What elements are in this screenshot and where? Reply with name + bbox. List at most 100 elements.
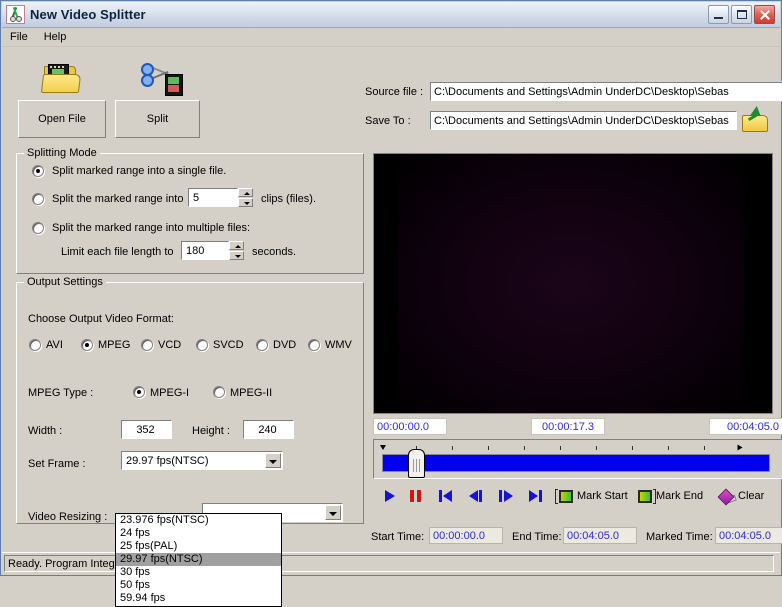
clips-count-input[interactable]: 5: [187, 187, 239, 208]
radio-format-svcd[interactable]: [196, 339, 208, 351]
step-backward-button[interactable]: [463, 485, 489, 507]
chevron-down-icon-2[interactable]: [325, 505, 341, 520]
label-format-wmv: WMV: [325, 339, 352, 351]
limit-seconds-input[interactable]: 180: [180, 240, 230, 261]
timeline-thumb[interactable]: [408, 449, 425, 478]
application-window: New Video Splitter File Help Open File S…: [0, 0, 782, 607]
dropdown-option[interactable]: 24 fps: [116, 527, 281, 540]
radio-format-vcd[interactable]: [141, 339, 153, 351]
timeline-track-fill[interactable]: [382, 454, 770, 472]
radio-format-avi[interactable]: [29, 339, 41, 351]
go-to-end-button[interactable]: [523, 485, 549, 507]
close-button[interactable]: [754, 5, 775, 24]
video-preview[interactable]: [373, 153, 773, 414]
dropdown-option[interactable]: 59.94 fps: [116, 592, 281, 605]
pause-button[interactable]: [403, 485, 429, 507]
limit-seconds-stepper[interactable]: [229, 241, 244, 260]
label-format-svcd: SVCD: [213, 339, 244, 351]
set-frame-dropdown-list[interactable]: 23.976 fps(NTSC) 24 fps 25 fps(PAL) 29.9…: [115, 513, 282, 607]
label-split-single: Split marked range into a single file.: [52, 165, 227, 177]
label-split-clips-suffix: clips (files).: [261, 193, 317, 205]
clear-eraser-icon: [717, 488, 737, 505]
split-button[interactable]: Split: [115, 100, 200, 138]
radio-mpeg-ii[interactable]: [213, 386, 225, 398]
splitting-mode-title: Splitting Mode: [24, 147, 100, 159]
play-icon: [385, 490, 395, 502]
mark-end-icon: [638, 488, 656, 504]
video-resizing-label: Video Resizing :: [28, 511, 108, 523]
set-frame-combo[interactable]: 29.97 fps(NTSC): [120, 450, 284, 471]
label-format-vcd: VCD: [158, 339, 182, 351]
timeline-current-time: 00:00:17.3: [531, 418, 605, 435]
radio-split-single[interactable]: [32, 165, 44, 177]
label-split-multiple: Split the marked range into multiple fil…: [52, 222, 251, 234]
menu-item-file[interactable]: File: [2, 29, 36, 45]
play-button[interactable]: [377, 485, 403, 507]
label-mpeg-ii: MPEG-II: [230, 387, 273, 399]
clear-label: Clear: [738, 490, 765, 502]
label-mpeg-i: MPEG-I: [150, 387, 190, 399]
title-bar: New Video Splitter: [2, 2, 780, 28]
save-to-label: Save To :: [365, 115, 411, 127]
radio-mpeg-i[interactable]: [133, 386, 145, 398]
split-scissors-icon: [137, 59, 183, 97]
step-forward-icon: [499, 490, 502, 502]
clips-count-stepper[interactable]: [238, 188, 253, 207]
clips-stepper-down[interactable]: [238, 198, 253, 207]
clips-stepper-up[interactable]: [238, 188, 253, 197]
mark-start-button[interactable]: Mark Start: [555, 486, 628, 506]
minimize-button[interactable]: [708, 5, 729, 24]
dropdown-option[interactable]: 30 fps: [116, 566, 281, 579]
step-back-icon: [469, 490, 478, 502]
mpeg-type-label: MPEG Type :: [28, 387, 94, 399]
radio-format-wmv[interactable]: [308, 339, 320, 351]
menu-bar: File Help: [2, 28, 780, 47]
width-input[interactable]: 352: [120, 419, 173, 440]
dropdown-option[interactable]: 50 fps: [116, 579, 281, 592]
window-controls: [708, 5, 775, 24]
skip-end-icon: [529, 490, 538, 502]
radio-format-dvd[interactable]: [256, 339, 268, 351]
label-format-avi: AVI: [46, 339, 63, 351]
timeline-slider[interactable]: [373, 439, 782, 479]
radio-format-mpeg[interactable]: [81, 339, 93, 351]
app-icon: [6, 5, 25, 24]
radio-split-multiple[interactable]: [32, 222, 44, 234]
window-title: New Video Splitter: [30, 7, 146, 22]
mark-start-label: Mark Start: [577, 490, 628, 502]
label-split-clips-prefix: Split the marked range into: [52, 193, 184, 205]
clear-button[interactable]: Clear: [717, 486, 765, 506]
output-format-label: Choose Output Video Format:: [28, 313, 174, 325]
output-settings-title: Output Settings: [24, 276, 106, 288]
width-label: Width :: [28, 425, 63, 437]
mark-end-button[interactable]: Mark End: [638, 486, 703, 506]
transport-controls: Mark Start Mark End Clear: [373, 485, 782, 511]
menu-item-help[interactable]: Help: [36, 29, 75, 45]
label-format-mpeg: MPEG: [98, 339, 131, 351]
limit-stepper-down[interactable]: [229, 251, 244, 260]
chevron-down-icon[interactable]: [265, 453, 281, 468]
set-frame-label: Set Frame :: [28, 458, 86, 470]
height-label: Height :: [192, 425, 230, 437]
step-forward-button[interactable]: [493, 485, 519, 507]
video-frame: [398, 154, 744, 413]
mark-end-label: Mark End: [656, 490, 704, 502]
client-area: Open File Split Source file : C:\Documen…: [2, 47, 782, 607]
browse-folder-icon[interactable]: [742, 106, 770, 133]
maximize-button[interactable]: [731, 5, 752, 24]
limit-stepper-up[interactable]: [229, 241, 244, 250]
go-to-start-button[interactable]: [433, 485, 459, 507]
end-time-value: 00:04:05.0: [563, 527, 637, 544]
source-file-input[interactable]: C:\Documents and Settings\Admin UnderDC\…: [429, 81, 782, 102]
height-input[interactable]: 240: [242, 419, 295, 440]
pause-icon: [410, 490, 414, 502]
set-frame-value: 29.97 fps(NTSC): [126, 455, 209, 467]
marked-time-value: 00:04:05.0: [715, 527, 782, 544]
open-file-button[interactable]: Open File: [18, 100, 106, 138]
radio-split-clips[interactable]: [32, 193, 44, 205]
dropdown-option[interactable]: 23.976 fps(NTSC): [116, 514, 281, 527]
dropdown-option[interactable]: 25 fps(PAL): [116, 540, 281, 553]
save-to-input[interactable]: C:\Documents and Settings\Admin UnderDC\…: [429, 110, 738, 131]
dropdown-option-selected[interactable]: 29.97 fps(NTSC): [116, 553, 281, 566]
timeline-total-time: 00:04:05.0: [709, 418, 782, 435]
